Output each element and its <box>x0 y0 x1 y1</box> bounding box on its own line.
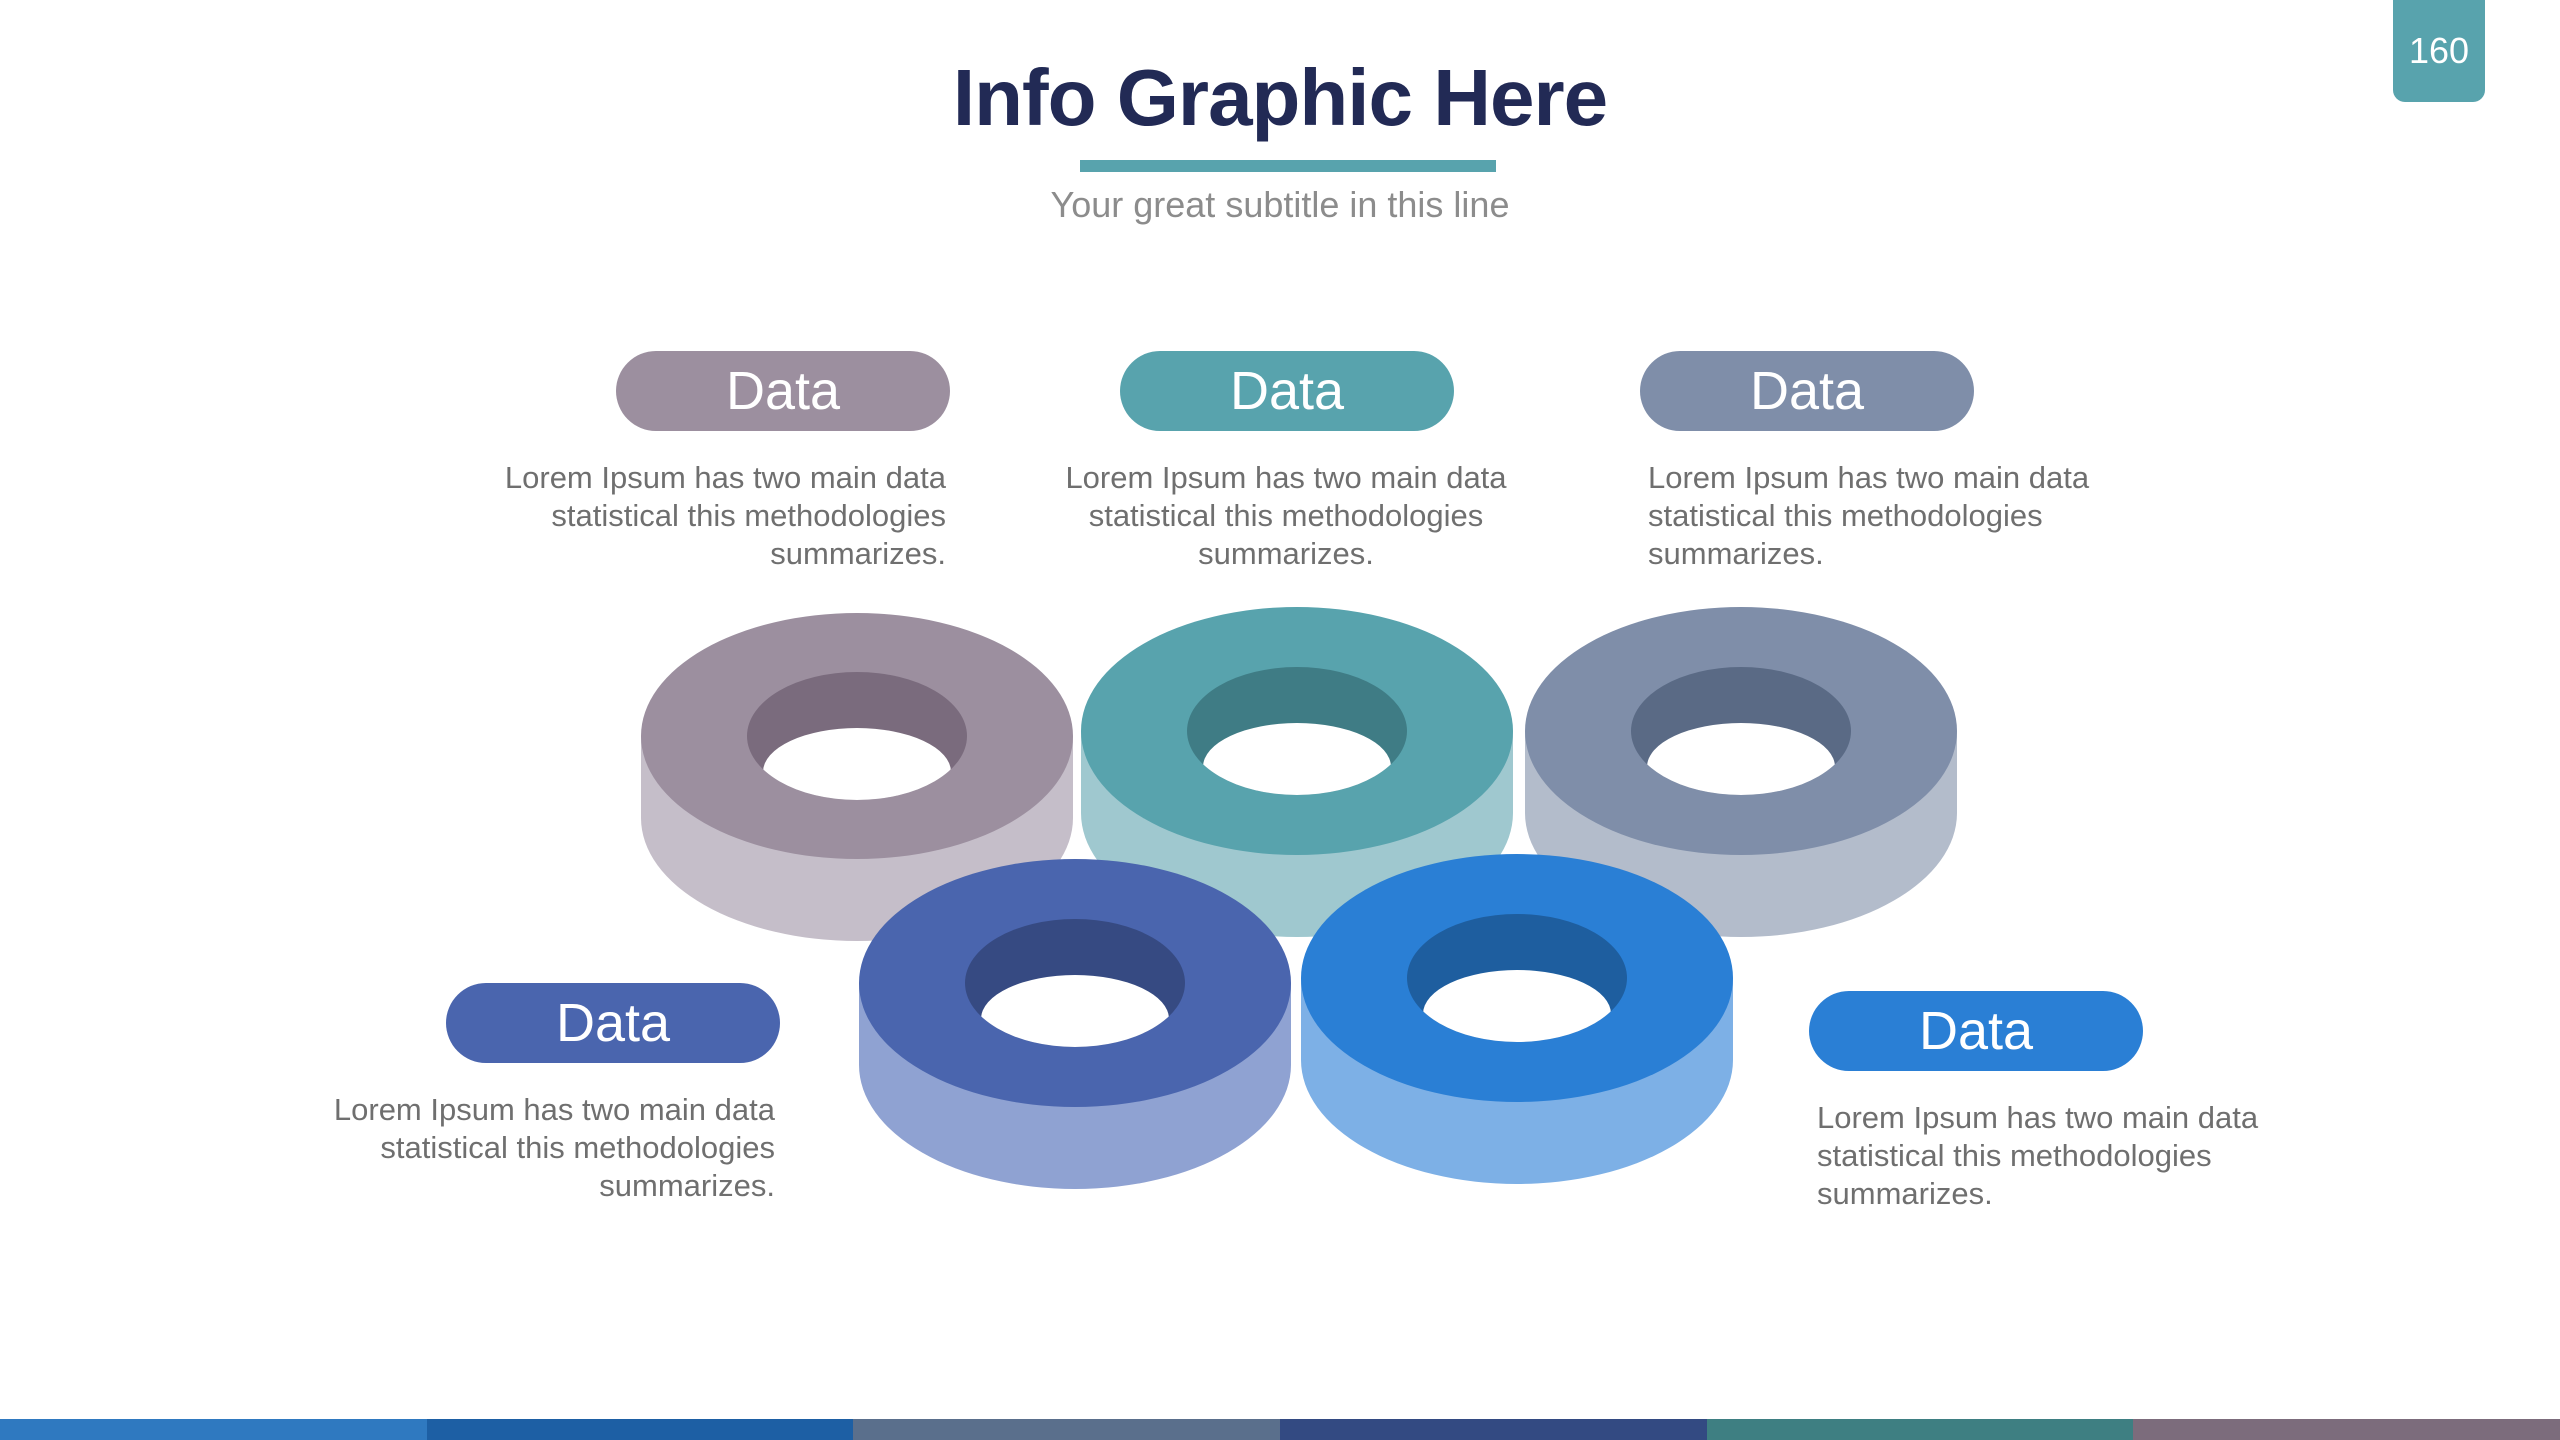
description-line: statistical this methodologies <box>551 498 946 533</box>
description-line: summarizes. <box>1817 1176 1993 1211</box>
strip-segment <box>426 1419 854 1440</box>
description-line: Lorem Ipsum has two main data <box>504 460 946 495</box>
description-line: summarizes. <box>770 536 946 571</box>
ring-5 <box>1301 854 1733 1184</box>
description-line: summarizes. <box>1198 536 1374 571</box>
description-line: Lorem Ipsum has two main data <box>1817 1100 2259 1135</box>
strip-segment <box>853 1419 1281 1440</box>
description-line: summarizes. <box>1648 536 1824 571</box>
strip-segment <box>2133 1419 2560 1440</box>
data-description-5: Lorem Ipsum has two main data statistica… <box>1817 1099 2287 1213</box>
data-description-1: Lorem Ipsum has two main data statistica… <box>476 459 946 573</box>
data-pill-3: Data <box>1640 351 1974 431</box>
description-line: statistical this methodologies <box>380 1130 775 1165</box>
ring-4 <box>859 859 1291 1189</box>
bottom-color-strip <box>0 1419 2560 1440</box>
strip-segment <box>1280 1419 1707 1440</box>
strip-segment <box>1706 1419 2134 1440</box>
data-pill-2: Data <box>1120 351 1454 431</box>
data-pill-4: Data <box>446 983 780 1063</box>
data-description-2: Lorem Ipsum has two main data statistica… <box>1051 459 1521 573</box>
description-line: statistical this methodologies <box>1817 1138 2212 1173</box>
strip-segment <box>0 1419 427 1440</box>
description-line: Lorem Ipsum has two main data <box>1065 460 1507 495</box>
data-description-3: Lorem Ipsum has two main data statistica… <box>1648 459 2118 573</box>
description-line: Lorem Ipsum has two main data <box>1648 460 2090 495</box>
description-line: statistical this methodologies <box>1648 498 2043 533</box>
description-line: Lorem Ipsum has two main data <box>333 1092 775 1127</box>
description-line: statistical this methodologies <box>1088 498 1484 533</box>
data-description-4: Lorem Ipsum has two main data statistica… <box>305 1091 775 1205</box>
data-pill-5: Data <box>1809 991 2143 1071</box>
description-line: summarizes. <box>599 1168 775 1203</box>
data-pill-1: Data <box>616 351 950 431</box>
rings-diagram <box>641 607 1957 1189</box>
